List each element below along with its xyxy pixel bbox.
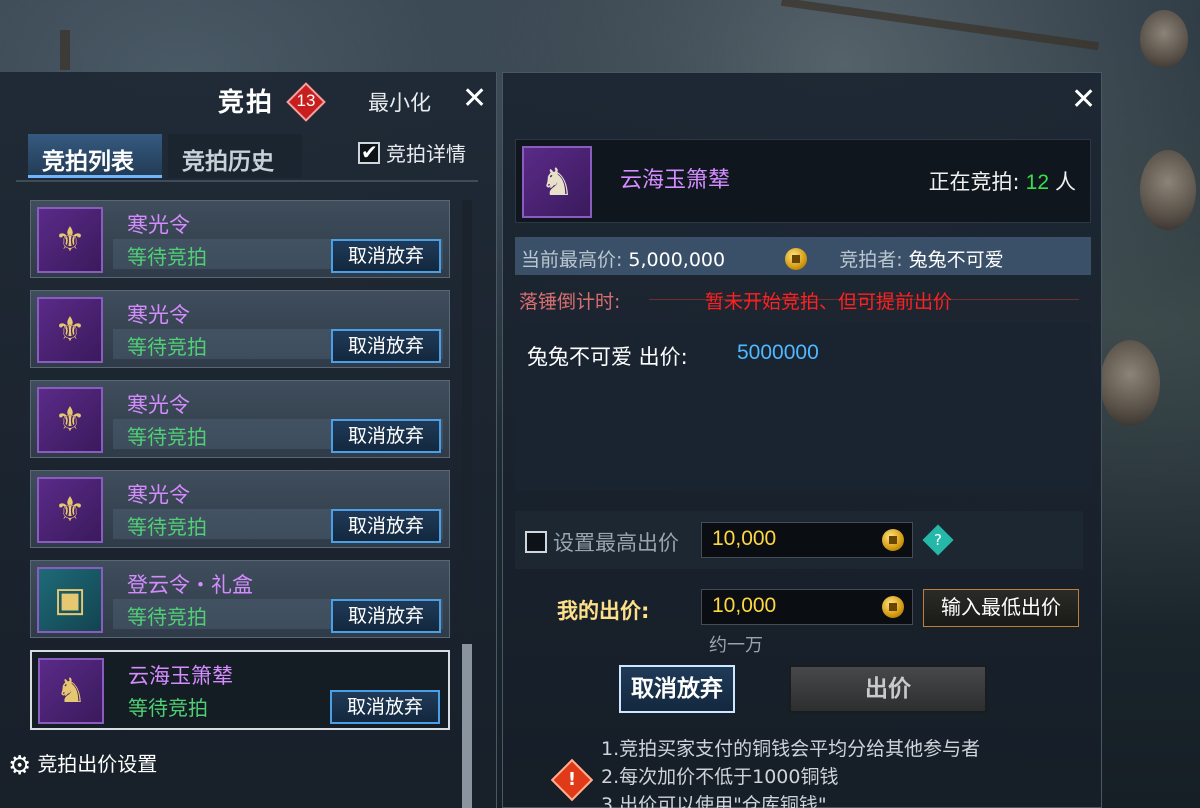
token-icon: ⚜ <box>37 297 103 363</box>
auction-notes: 1.竞拍买家支付的铜钱会平均分给其他参与者 2.每次加价不低于1000铜钱 3.… <box>601 735 980 808</box>
panel-title: 竞拍 <box>218 88 275 118</box>
help-icon[interactable]: ? <box>922 524 954 556</box>
list-item[interactable]: ⚜ 寒光令 等待竞拍 取消放弃 <box>30 380 450 458</box>
set-max-bid-toggle[interactable]: 设置最高出价 <box>525 527 679 557</box>
cancel-abandon-button[interactable]: 取消放弃 <box>331 239 441 273</box>
item-status: 等待竞拍 <box>127 515 207 539</box>
token-icon: ⚜ <box>37 477 103 543</box>
auction-detail-toggle[interactable]: 竞拍详情 <box>358 138 466 167</box>
item-name: 寒光令 <box>127 303 190 327</box>
item-name: 寒光令 <box>127 393 190 417</box>
list-item-selected[interactable]: ♞ 云海玉箫辇 等待竞拍 取消放弃 <box>30 650 450 730</box>
coin-icon <box>882 529 904 551</box>
set-max-bid-row: 设置最高出价 10,000 ? <box>515 511 1083 569</box>
tab-auction-history[interactable]: 竞拍历史 <box>168 134 302 178</box>
tab-auction-list[interactable]: 竞拍列表 <box>28 134 162 178</box>
bid-log: 兔兔不可爱 出价: 5000000 <box>515 323 1091 491</box>
gear-icon: ⚙ <box>8 751 32 781</box>
item-status: 等待竞拍 <box>127 425 207 449</box>
list-item[interactable]: ⚜ 寒光令 等待竞拍 取消放弃 <box>30 290 450 368</box>
bidder-label: 竞拍者: <box>839 249 903 271</box>
mount-icon: ♞ <box>38 658 104 724</box>
bidding-count: 正在竞拍: 12 人 <box>928 170 1076 194</box>
checkbox-icon[interactable] <box>358 140 380 164</box>
count-badge-number: 13 <box>296 91 316 110</box>
note-line: 3.出价可以使用"仓库铜钱" <box>601 794 827 808</box>
item-status: 等待竞拍 <box>128 696 208 720</box>
highest-value: 5,000,000 <box>628 249 726 271</box>
bidder-name: 兔兔不可爱 <box>908 249 1004 271</box>
count-badge: 13 <box>286 82 326 122</box>
item-title: 云海玉箫辇 <box>620 168 731 193</box>
background-fence <box>781 0 1099 51</box>
list-item[interactable]: ⚜ 寒光令 等待竞拍 取消放弃 <box>30 200 450 278</box>
token-icon: ⚜ <box>37 387 103 453</box>
minimize-button[interactable]: 最小化 <box>368 87 431 117</box>
auction-detail-label: 竞拍详情 <box>386 142 466 166</box>
background-stump <box>1140 10 1188 68</box>
giftbox-icon: ▣ <box>37 567 103 633</box>
bid-settings-button[interactable]: ⚙ 竞拍出价设置 <box>8 748 157 781</box>
mount-icon: ♞ <box>522 146 592 218</box>
countdown-label: 落锤倒计时: <box>519 291 621 313</box>
background-stump <box>1100 340 1160 426</box>
auction-item-list: ⚜ 寒光令 等待竞拍 取消放弃 ⚜ 寒光令 等待竞拍 取消放弃 ⚜ 寒光令 等待… <box>30 200 450 742</box>
approx-amount: 约一万 <box>709 635 763 656</box>
highest-label: 当前最高价: <box>521 249 623 271</box>
cancel-abandon-button[interactable]: 取消放弃 <box>331 509 441 543</box>
max-bid-input[interactable]: 10,000 <box>701 522 913 558</box>
min-bid-button[interactable]: 输入最低出价 <box>923 589 1079 627</box>
item-status: 等待竞拍 <box>127 605 207 629</box>
coin-icon <box>882 596 904 618</box>
item-name: 登云令・礼盒 <box>127 573 253 597</box>
bid-button[interactable]: 出价 <box>789 665 987 713</box>
list-item[interactable]: ⚜ 寒光令 等待竞拍 取消放弃 <box>30 470 450 548</box>
my-bid-label: 我的出价: <box>557 599 650 623</box>
list-item[interactable]: ▣ 登云令・礼盒 等待竞拍 取消放弃 <box>30 560 450 638</box>
auction-list-panel: 竞拍 13 最小化 ✕ 竞拍列表 竞拍历史 竞拍详情 ⚜ 寒光令 等待竞拍 取消… <box>0 72 497 808</box>
cancel-abandon-button[interactable]: 取消放弃 <box>619 665 735 713</box>
my-bid-input[interactable]: 10,000 <box>701 589 913 625</box>
close-icon[interactable]: ✕ <box>462 84 487 114</box>
highest-bid-row: 当前最高价: 5,000,000 竞拍者: 兔兔不可爱 <box>515 237 1091 275</box>
background-stump <box>1140 150 1196 230</box>
background-fence <box>60 30 70 70</box>
item-header: ♞ 云海玉箫辇 正在竞拍: 12 人 <box>515 139 1091 223</box>
cancel-abandon-button[interactable]: 取消放弃 <box>331 329 441 363</box>
close-icon[interactable]: ✕ <box>1071 85 1096 115</box>
note-line: 1.竞拍买家支付的铜钱会平均分给其他参与者 <box>601 738 981 760</box>
cancel-abandon-button[interactable]: 取消放弃 <box>331 599 441 633</box>
item-name: 寒光令 <box>127 213 190 237</box>
coin-icon <box>785 248 808 270</box>
my-bid-value: 10,000 <box>712 594 777 617</box>
cancel-abandon-button[interactable]: 取消放弃 <box>331 419 441 453</box>
item-status: 等待竞拍 <box>127 245 207 269</box>
item-status: 等待竞拍 <box>127 335 207 359</box>
max-bid-value: 10,000 <box>712 527 777 550</box>
set-max-bid-label: 设置最高出价 <box>553 531 679 555</box>
bid-log-amount: 5000000 <box>737 341 819 364</box>
auction-detail-panel: ✕ ♞ 云海玉箫辇 正在竞拍: 12 人 当前最高价: 5,000,000 竞拍者: 兔… <box>502 72 1102 808</box>
bid-log-bidder: 兔兔不可爱 出价: <box>527 345 688 369</box>
warning-icon: ! <box>550 758 594 802</box>
bid-settings-label: 竞拍出价设置 <box>37 752 158 776</box>
scrollbar[interactable] <box>462 200 472 808</box>
divider <box>16 180 478 182</box>
item-name: 寒光令 <box>127 483 190 507</box>
scrollbar-thumb[interactable] <box>462 644 472 808</box>
token-icon: ⚜ <box>37 207 103 273</box>
note-line: 2.每次加价不低于1000铜钱 <box>601 766 839 788</box>
countdown-message: 暂未开始竞拍、但可提前出价 <box>705 291 953 313</box>
item-name: 云海玉箫辇 <box>128 664 233 688</box>
checkbox-icon[interactable] <box>525 531 547 553</box>
cancel-abandon-button[interactable]: 取消放弃 <box>330 690 440 724</box>
